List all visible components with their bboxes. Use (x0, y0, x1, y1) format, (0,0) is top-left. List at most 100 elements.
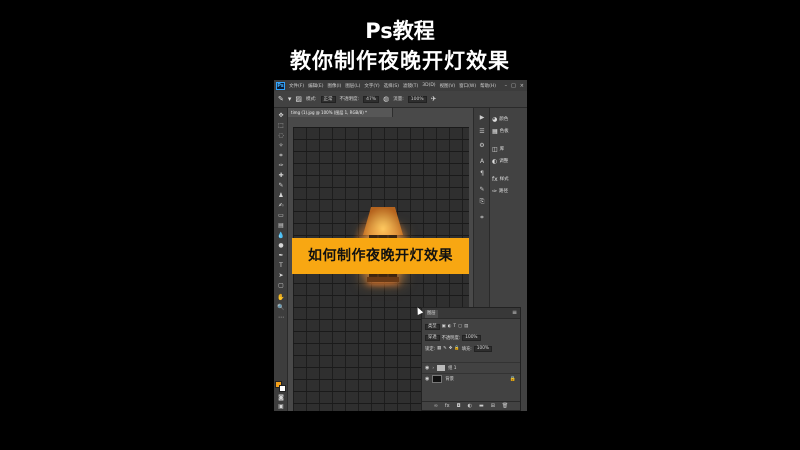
menu-select[interactable]: 选择(S) (384, 83, 399, 89)
layers-tab[interactable]: 图层 (425, 310, 438, 318)
dodge-tool-icon[interactable]: ● (277, 242, 285, 250)
eyedropper-tool-icon[interactable]: ✑ (277, 162, 285, 170)
brush-icon[interactable]: ✎ (278, 95, 284, 103)
brush-settings-icon[interactable]: ▨ (295, 95, 302, 103)
lock-position-icon[interactable]: ✥ (449, 346, 453, 351)
lock-image-icon[interactable]: ✎ (443, 346, 447, 351)
airbrush-icon[interactable]: ✈ (431, 95, 437, 103)
opacity-input[interactable]: 47% (363, 95, 380, 103)
panel-library[interactable]: ◫ 库 (492, 144, 504, 154)
flow-label: 流量: (393, 97, 404, 102)
layer-opacity-input[interactable]: 100% (462, 334, 481, 341)
crop-info-icon[interactable]: ⌗ (478, 214, 486, 222)
layer-row-group[interactable]: ◉ › 组 1 (422, 362, 520, 373)
visibility-eye-icon[interactable]: ◉ (425, 376, 429, 382)
filter-smart-icon[interactable]: ▤ (464, 324, 468, 329)
quick-mask-icon[interactable]: ◙ (277, 394, 285, 402)
menu-layer[interactable]: 图层(L) (345, 83, 360, 89)
fx-icon[interactable]: fx (445, 403, 450, 409)
layer-thumbnail (432, 375, 443, 383)
trash-icon[interactable]: 🗑 (502, 403, 508, 409)
pen-tool-icon[interactable]: ✒ (277, 252, 285, 260)
brush-presets-icon[interactable]: ✎ (478, 186, 486, 194)
clone-stamp-tool-icon[interactable]: ♟ (277, 192, 285, 200)
screen-mode-icon[interactable]: ▣ (277, 403, 285, 411)
filter-shape-icon[interactable]: ▢ (458, 324, 462, 329)
close-button[interactable]: × (520, 83, 524, 89)
lock-all-icon[interactable]: 🔒 (454, 346, 459, 351)
zoom-tool-icon[interactable]: 🔍 (277, 304, 285, 312)
panel-swatches[interactable]: ▦ 色板 (492, 126, 509, 136)
photoshop-logo-icon: Ps (276, 81, 285, 90)
menu-help[interactable]: 帮助(H) (480, 83, 496, 89)
panel-swatches-label: 色板 (499, 129, 509, 134)
character-icon[interactable]: A (478, 158, 486, 166)
panel-menu-icon[interactable]: ≡ (512, 309, 517, 316)
shape-tool-icon[interactable]: ▢ (277, 282, 285, 290)
more-tools-icon[interactable]: ⋯ (277, 314, 285, 322)
blend-mode-select[interactable]: 穿透 (425, 334, 440, 341)
path-select-tool-icon[interactable]: ➤ (277, 272, 285, 280)
fill-input[interactable]: 100% (473, 345, 493, 352)
minimize-button[interactable]: – (505, 83, 508, 89)
marquee-tool-icon[interactable]: ⬚ (277, 122, 285, 130)
options-bar: ✎ ▾ ▨ 模式: 正常 不透明度: 47% ◍ 流量: 100% ✈ (274, 91, 527, 108)
paragraph-icon[interactable]: ¶ (478, 170, 486, 178)
mask-icon[interactable]: ◘ (457, 403, 461, 409)
panel-styles[interactable]: fx 样式 (492, 174, 509, 184)
layer-row-background[interactable]: ◉ 背景 🔒 (422, 373, 520, 384)
quick-select-tool-icon[interactable]: ✧ (277, 142, 285, 150)
history-icon[interactable]: ▶ (478, 114, 486, 122)
flow-input[interactable]: 100% (407, 95, 427, 103)
folder-icon[interactable]: ▬ (479, 403, 484, 409)
hand-tool-icon[interactable]: ✋ (277, 294, 285, 302)
gradient-tool-icon[interactable]: ▤ (277, 222, 285, 230)
panel-paths[interactable]: ✑ 路径 (492, 186, 508, 196)
brush-tool-icon[interactable]: ✎ (277, 182, 285, 190)
expand-chevron-icon[interactable]: › (432, 366, 434, 371)
filter-adjust-icon[interactable]: ◐ (448, 324, 452, 329)
clone-source-icon[interactable]: ⎘ (478, 198, 486, 206)
panel-color[interactable]: ◕ 颜色 (492, 114, 508, 124)
panel-adjustments[interactable]: ◐ 调整 (492, 156, 508, 166)
properties-icon[interactable]: ☰ (478, 128, 486, 136)
blend-row: 穿透 不透明度: 100% (425, 334, 481, 341)
video-title-line2: 教你制作夜晚开灯效果 (290, 49, 510, 73)
menu-filter[interactable]: 滤镜(T) (403, 83, 418, 89)
window-controls: – □ × (505, 83, 527, 89)
new-layer-icon[interactable]: ⊞ (491, 403, 495, 409)
layers-panel-header: 图层 ≡ (422, 308, 520, 319)
visibility-eye-icon[interactable]: ◉ (425, 365, 429, 371)
eraser-tool-icon[interactable]: ▭ (277, 212, 285, 220)
filter-pixel-icon[interactable]: ▣ (442, 324, 446, 329)
layer-filter-select[interactable]: 类型 (425, 323, 440, 330)
actions-icon[interactable]: ⚙ (478, 142, 486, 150)
blur-tool-icon[interactable]: 💧 (277, 232, 285, 240)
menu-view[interactable]: 视图(V) (440, 83, 456, 89)
document-tab[interactable]: timg (1).jpg @ 100% (图层 1, RGB/8) * (288, 108, 393, 117)
menu-type[interactable]: 文字(Y) (364, 83, 379, 89)
menu-edit[interactable]: 编辑(E) (308, 83, 323, 89)
filter-type-icon[interactable]: T (453, 324, 456, 329)
menu-3d[interactable]: 3D(D) (422, 83, 435, 88)
mode-select[interactable]: 正常 (320, 95, 336, 103)
menu-file[interactable]: 文件(F) (289, 83, 304, 89)
layer-name: 组 1 (448, 366, 457, 371)
brush-preset-chevron-icon[interactable]: ▾ (288, 95, 292, 103)
crop-tool-icon[interactable]: ⌗ (277, 152, 285, 160)
lock-transparent-icon[interactable]: ▦ (437, 346, 441, 351)
menu-window[interactable]: 窗口(W) (459, 83, 476, 89)
lasso-tool-icon[interactable]: ◌ (277, 132, 285, 140)
link-icon[interactable]: ∞ (434, 403, 438, 409)
menu-image[interactable]: 图像(I) (327, 83, 341, 89)
healing-brush-tool-icon[interactable]: ✚ (277, 172, 285, 180)
background-color-swatch[interactable] (279, 385, 286, 392)
pressure-opacity-icon[interactable]: ◍ (383, 95, 389, 103)
maximize-button[interactable]: □ (511, 83, 516, 89)
move-tool-icon[interactable]: ✥ (277, 112, 285, 120)
history-brush-tool-icon[interactable]: ✍ (277, 202, 285, 210)
layer-name: 背景 (445, 377, 454, 382)
layer-filter-row: 类型 ▣ ◐ T ▢ ▤ (425, 323, 468, 330)
type-tool-icon[interactable]: T (277, 262, 285, 270)
adjustment-layer-icon[interactable]: ◐ (468, 403, 472, 409)
